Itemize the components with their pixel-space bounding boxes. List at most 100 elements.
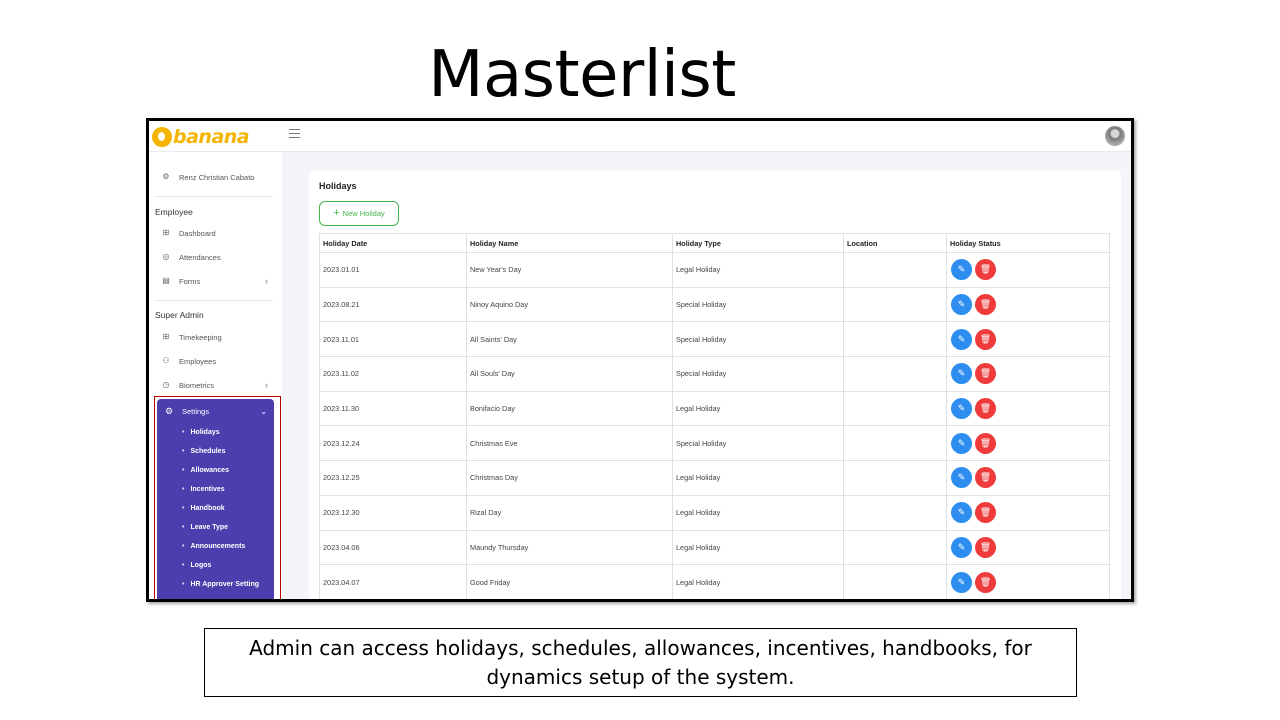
settings-item-handbook[interactable]: Handbook [182,502,272,514]
new-holiday-label: New Holiday [342,209,385,218]
column-header[interactable]: Holiday Status [946,233,1110,253]
delete-icon[interactable]: 🗑 [975,398,996,420]
settings-item-allowances[interactable]: Allowances [182,464,272,476]
cell-actions: ✎ 🗑 [946,286,1110,323]
slide-caption: Admin can access holidays, schedules, al… [204,628,1077,697]
settings-item-holidays[interactable]: Holidays [182,426,272,438]
delete-icon[interactable]: 🗑 [975,328,996,350]
cell-type: Legal Holiday [672,390,844,427]
app-window: banana ⚙ Renz Christian Cabato Employee … [146,118,1134,602]
form-icon: ▤ [162,276,170,285]
user-name: Renz Christian Cabato [179,172,255,182]
cell-date: 2023.12.25 [319,460,467,496]
table-row: 2023.12.25 Christmas Day Legal Holiday ✎ 🗑 [319,460,1110,496]
app-logo[interactable]: banana [152,124,250,150]
delete-icon[interactable]: 🗑 [975,363,996,385]
section-employee: Employee [155,207,193,217]
grid-icon: ⊞ [162,332,170,341]
edit-icon[interactable]: ✎ [951,467,972,489]
sidebar-item-biometrics[interactable]: ◷ Biometrics › [162,377,269,393]
sidebar-item-label: Forms [179,276,201,286]
sidebar-item-timekeeping[interactable]: ⊞ Timekeeping [162,329,262,345]
table-body: 2023.01.01 New Year's Day Legal Holiday ✎ 🗑 2… [319,252,1110,599]
edit-icon[interactable]: ✎ [951,259,972,281]
sidebar-divider [155,300,273,301]
settings-highlight: ⚙ Settings ⌄ Holidays Schedules Allowanc… [154,396,281,599]
settings-item-logos[interactable]: Logos [182,559,272,571]
top-bar: banana [149,121,1131,152]
settings-item-incentives[interactable]: Incentives [182,483,272,495]
delete-icon[interactable]: 🗑 [975,536,996,558]
settings-item-schedules[interactable]: Schedules [182,445,272,457]
edit-icon[interactable]: ✎ [951,536,972,558]
cell-name: Ninoy Aquino Day [466,286,673,323]
edit-icon[interactable]: ✎ [951,294,972,316]
delete-icon[interactable]: 🗑 [975,571,996,593]
cell-type: Special Holiday [672,356,844,392]
cell-type: Special Holiday [672,321,844,358]
menu-toggle-icon[interactable] [289,129,300,138]
table-row: 2023.12.24 Christmas Eve Special Holiday ✎ 🗑 [319,425,1110,462]
sidebar-item-settings[interactable]: ⚙ Settings ⌄ [165,404,267,418]
cell-name: Maundy Thursday [466,529,673,566]
cell-name: New Year's Day [466,252,673,288]
logo-mark-icon [152,127,172,147]
settings-item-hr-approver[interactable]: HR Approver Setting [182,578,272,590]
cell-name: All Saints' Day [466,321,673,358]
table-row: 2023.08.21 Ninoy Aquino Day Special Holida… [319,286,1110,323]
delete-icon[interactable]: 🗑 [975,294,996,316]
chevron-down-icon: ⌄ [260,406,267,416]
sidebar-item-label: Timekeeping [179,332,222,342]
sidebar-item-label: Dashboard [179,228,216,238]
settings-menu: ⚙ Settings ⌄ Holidays Schedules Allowanc… [157,399,274,599]
table-row: 2023.04.06 Maundy Thursday Legal Holiday ✎ 🗑 [319,529,1110,566]
column-header[interactable]: Holiday Name [466,233,673,253]
cell-date: 2023.11.02 [319,356,467,392]
delete-icon[interactable]: 🗑 [975,259,996,281]
settings-item-announcements[interactable]: Announcements [182,540,272,552]
cell-type: Legal Holiday [672,494,844,531]
cell-date: 2023.12.30 [319,494,467,531]
cell-location [843,321,947,358]
cell-date: 2023.12.24 [319,425,467,462]
edit-icon[interactable]: ✎ [951,398,972,420]
cell-type: Legal Holiday [672,460,844,496]
sidebar-item-label: Attendances [179,252,221,262]
gear-icon: ⚙ [165,405,174,416]
user-avatar[interactable] [1105,126,1125,146]
cell-location [843,460,947,496]
cell-actions: ✎ 🗑 [946,460,1110,496]
cell-date: 2023.04.06 [319,529,467,566]
sidebar-item-employees[interactable]: ⚇ Employees [162,353,262,369]
cell-name: Rizal Day [466,494,673,531]
table-row: 2023.11.30 Bonifacio Day Legal Holiday ✎ 🗑 [319,390,1110,427]
clock-icon: ◷ [162,380,170,389]
cell-location [843,425,947,462]
column-header[interactable]: Location [843,233,947,253]
column-header[interactable]: Holiday Type [672,233,844,253]
sidebar-item-attendances[interactable]: ◎ Attendances [162,249,262,265]
watch-icon: ◎ [162,252,170,261]
holidays-card: Holidays + New Holiday Holiday Date Holi… [309,171,1121,599]
edit-icon[interactable]: ✎ [951,502,972,524]
cell-date: 2023.01.01 [319,252,467,288]
logo-text: banana [173,126,250,148]
chevron-right-icon: › [265,276,268,286]
settings-item-leave-type[interactable]: Leave Type [182,521,272,533]
new-holiday-button[interactable]: + New Holiday [319,201,399,226]
sidebar-item-forms[interactable]: ▤ Forms › [162,273,268,289]
delete-icon[interactable]: 🗑 [975,432,996,454]
column-header[interactable]: Holiday Date [319,233,467,253]
sidebar-item-dashboard[interactable]: ⊞ Dashboard [162,225,262,241]
edit-icon[interactable]: ✎ [951,363,972,385]
cell-location [843,494,947,531]
edit-icon[interactable]: ✎ [951,328,972,350]
sidebar: ⚙ Renz Christian Cabato Employee ⊞ Dashb… [149,152,282,599]
sidebar-user[interactable]: ⚙ Renz Christian Cabato [162,169,262,185]
cell-date: 2023.08.21 [319,286,467,323]
delete-icon[interactable]: 🗑 [975,502,996,524]
edit-icon[interactable]: ✎ [951,432,972,454]
cell-type: Special Holiday [672,286,844,323]
edit-icon[interactable]: ✎ [951,571,972,593]
delete-icon[interactable]: 🗑 [975,467,996,489]
